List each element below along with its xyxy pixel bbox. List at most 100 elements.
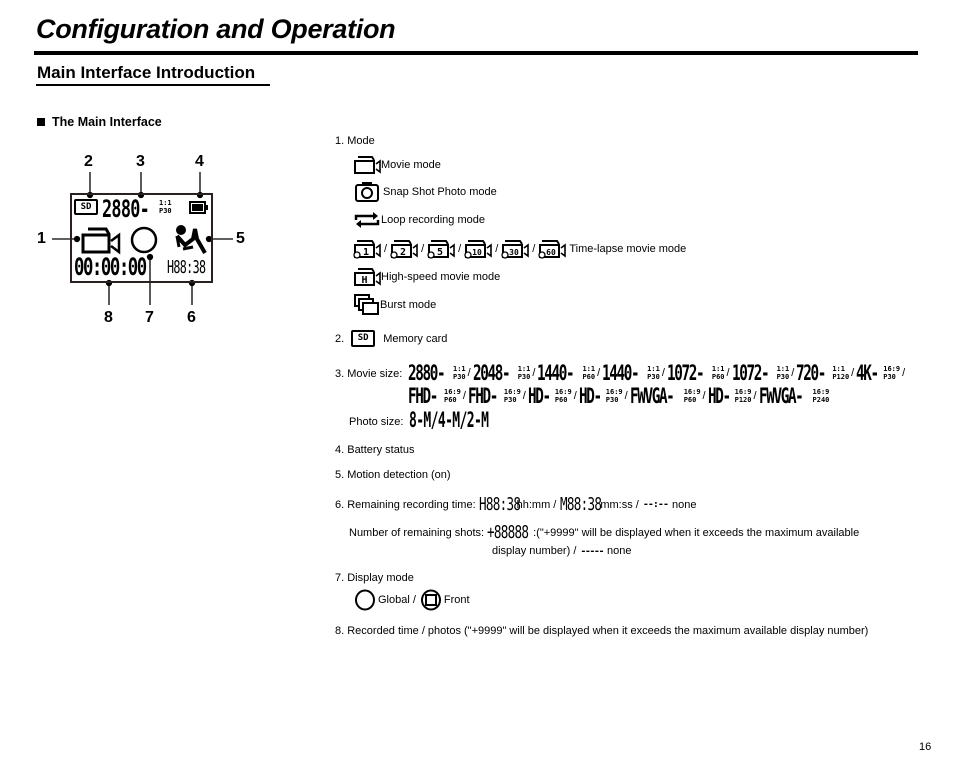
fps: P30 [517, 373, 531, 381]
separator: / [522, 390, 526, 402]
ratio: 1:1 [582, 365, 596, 373]
fps: P30 [776, 373, 790, 381]
legend-item-1-label: 1. Mode [335, 135, 375, 147]
section-title: Main Interface Introduction [37, 63, 256, 82]
ratio: 16:9 [444, 388, 461, 396]
high-speed-icon: H [354, 268, 381, 286]
movie-size-ratio-fps: 16:9 P60 [555, 388, 572, 404]
shots-label: Number of remaining shots: [349, 526, 485, 539]
shots-text: :("+9999" will be displayed when it exce… [533, 526, 860, 539]
mode-row-movie: Movie mode [353, 155, 441, 175]
mode-label: Snap Shot Photo mode [383, 186, 497, 198]
separator: / [573, 390, 577, 402]
movie-size-ratio-fps: 1:1 P120 [832, 365, 849, 381]
movie-size-glyph: 1072- [667, 361, 712, 385]
separator: / [467, 367, 471, 379]
movie-size-value: FHD- [467, 384, 498, 408]
legend-item-5: 5. Motion detection (on) [335, 469, 451, 481]
mode-label: Time-lapse movie mode [569, 243, 687, 255]
global-label: Global / [378, 594, 416, 606]
movie-size-option: 4K- 16:9 P30 [856, 361, 900, 385]
ratio: 16:9 [812, 388, 830, 396]
separator: / [726, 367, 730, 379]
movie-size-option: 1440- 1:1 P30 [602, 361, 660, 385]
movie-size-list-row2: FHD- 16:9 P60/FHD- 16:9 P30/HD- 16:9 P60/HD- 16… [408, 384, 829, 408]
shots-none-glyph: ----- [580, 545, 604, 557]
movie-size-option: FHD- 16:9 P30 [468, 384, 521, 408]
hhmm-text: hh:mm / [516, 498, 557, 511]
movie-size-option: 1072- 1:1 P30 [732, 361, 790, 385]
lcd-ratio: 1:1 [159, 199, 172, 207]
separator: / [462, 390, 466, 402]
photo-size-values: 8-M/4-M/2-M [409, 408, 537, 432]
ratio: 16:9 [734, 388, 752, 396]
shots-none-text: none [606, 545, 632, 557]
ratio: 1:1 [832, 365, 845, 373]
motion-detection-icon [175, 225, 207, 254]
separator: / [702, 390, 706, 402]
movie-camera-icon [81, 227, 121, 255]
movie-size-option: HD- 16:9 P60 [528, 384, 572, 408]
remaining-shots-cont: display number) / ----- none [492, 545, 631, 557]
mode-label: Loop recording mode [381, 214, 485, 226]
movie-size-ratio-fps: 1:1 P30 [647, 365, 660, 381]
mode-label: High-speed movie mode [381, 271, 501, 283]
mmss-text: mm:ss / [600, 498, 639, 511]
memory-card-text: Memory card [383, 332, 448, 345]
movie-size-glyph: 1440- [602, 361, 647, 385]
movie-size-glyph: HD- [528, 384, 555, 408]
sd-card-label: SD [357, 333, 369, 343]
timelapse-interval: 10 [472, 248, 482, 257]
movie-size-glyph: FWVGA- [759, 384, 813, 408]
ratio: 16:9 [554, 388, 572, 396]
movie-size-option: HD- 16:9 P120 [708, 384, 752, 408]
ratio: 1:1 [647, 365, 660, 373]
shots-glyph: +88888 [487, 522, 529, 543]
movie-size-ratio-fps: 16:9 P30 [504, 388, 521, 404]
lcd-remaining-time-text: H88:38 [167, 257, 206, 278]
movie-size-value: HD- [578, 384, 602, 408]
movie-size-ratio-fps: 16:9 P30 [883, 365, 900, 381]
sub-heading-text: The Main Interface [52, 115, 162, 129]
photo-size-glyphs: 8-M/4-M/2-M [409, 408, 489, 432]
ratio: 1:1 [776, 365, 790, 373]
mode-label: Burst mode [380, 299, 437, 311]
movie-size-ratio-fps: 1:1 P30 [453, 365, 466, 381]
fps: P30 [503, 396, 517, 404]
timelapse-interval: 1 [363, 247, 369, 258]
legend-item-6: 6. Remaining recording time: H88:38 hh:m… [335, 494, 696, 515]
mode-row-loop: Loop recording mode [353, 210, 485, 230]
timelapse-interval: 2 [400, 247, 406, 258]
ratio: 16:9 [605, 388, 623, 396]
section-underline [36, 84, 270, 86]
movie-size-value: 2048- [472, 361, 511, 385]
lcd-movie-size-text: 2880- [102, 195, 150, 223]
movie-size-value: 1440- [602, 361, 640, 385]
ratio: 1:1 [517, 365, 531, 373]
mode-row-timelapse: 1 / 2 / 5 / 10 / 30 / 60 Time-lapse movie mode [352, 239, 686, 259]
separator: / [902, 367, 906, 379]
movie-size-glyph: FHD- [408, 384, 444, 408]
ratio: 16:9 [683, 388, 701, 396]
timelapse-5-icon: 5 [427, 240, 455, 259]
item-number: 2. [335, 332, 345, 345]
movie-size-ratio-fps: 1:1 P30 [777, 365, 790, 381]
mmss-glyph: M88:38 [560, 494, 602, 515]
movie-size-glyph: 1440- [537, 361, 582, 385]
sd-card-icon: SD [74, 199, 98, 215]
display-mode-row: Global / Front [354, 589, 470, 611]
callout-5: 5 [236, 230, 245, 247]
high-speed-glyph: H [361, 275, 367, 286]
fps: P60 [711, 373, 725, 381]
movie-size-option: FWVGA- 16:9 P240 [759, 384, 830, 408]
movie-size-value: 2880- [408, 361, 446, 385]
sub-heading: The Main Interface [37, 115, 162, 129]
none-text: none [671, 498, 697, 511]
callout-8: 8 [104, 309, 113, 326]
sd-card-label: SD [80, 202, 92, 212]
none-glyph: --:-- [642, 499, 669, 510]
ratio: 16:9 [883, 365, 901, 373]
shots-text-2: display number) / [492, 545, 577, 557]
fps: P60 [444, 396, 457, 404]
movie-size-ratio-fps: 1:1 P30 [518, 365, 531, 381]
